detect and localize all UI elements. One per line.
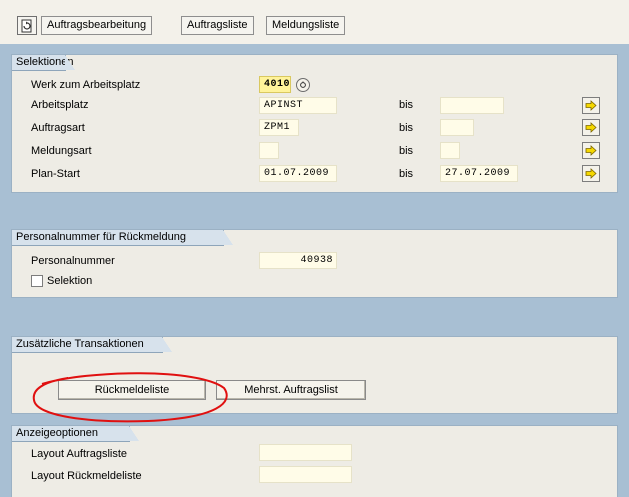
annotation-highlight-ellipse xyxy=(32,372,228,423)
arbeitsplatz-bis-label: bis xyxy=(399,99,414,111)
document-refresh-icon[interactable] xyxy=(17,16,37,35)
anzeigeoptionen-group-title: Anzeigeoptionen xyxy=(12,426,139,442)
transaktionen-group-title: Zusätzliche Transaktionen xyxy=(12,337,172,353)
meldungsliste-button[interactable]: Meldungsliste xyxy=(266,16,346,35)
meldungsart-to-field[interactable] xyxy=(440,142,460,159)
auftragsliste-button[interactable]: Auftragsliste xyxy=(181,16,254,35)
personalnummer-field[interactable]: 40938 xyxy=(259,252,337,269)
meldungsart-label: Meldungsart xyxy=(31,145,92,157)
meldungsart-from-field[interactable] xyxy=(259,142,279,159)
meldungsart-bis-label: bis xyxy=(399,145,414,157)
arbeitsplatz-from-field[interactable]: APINST xyxy=(259,97,337,114)
arbeitsplatz-to-field[interactable] xyxy=(440,97,504,114)
plan-start-to-field[interactable]: 27.07.2009 xyxy=(440,165,518,182)
auftragsart-to-field[interactable] xyxy=(440,119,474,136)
personalnummer-group-title: Personalnummer für Rückmeldung xyxy=(12,230,233,246)
auftragsbearbeitung-button[interactable]: Auftragsbearbeitung xyxy=(41,16,153,35)
werk-field[interactable]: 4010 xyxy=(259,76,291,93)
werk-matchcode-icon[interactable] xyxy=(296,78,310,92)
plan-start-from-field[interactable]: 01.07.2009 xyxy=(259,165,337,182)
selektion-checkbox[interactable] xyxy=(31,275,43,287)
selektionen-title: Selektionen xyxy=(12,55,75,71)
auftragsart-multiselect-icon[interactable] xyxy=(582,119,600,136)
plan-start-label: Plan-Start xyxy=(31,168,80,180)
selektion-checkbox-label: Selektion xyxy=(47,275,93,287)
plan-start-multiselect-icon[interactable] xyxy=(582,165,600,182)
layout-auftragsliste-field[interactable] xyxy=(259,444,352,461)
arbeitsplatz-label: Arbeitsplatz xyxy=(31,99,89,111)
auftragsart-from-field[interactable]: ZPM1 xyxy=(259,119,299,136)
plan-start-bis-label: bis xyxy=(399,168,414,180)
meldungsart-multiselect-icon[interactable] xyxy=(582,142,600,159)
layout-rueckmeldeliste-field[interactable] xyxy=(259,466,352,483)
werk-label: Werk zum Arbeitsplatz xyxy=(31,79,141,91)
auftragsart-label: Auftragsart xyxy=(31,122,85,134)
auftragsart-bis-label: bis xyxy=(399,122,414,134)
application-toolbar: Auftragsbearbeitung Auftragsliste Meldun… xyxy=(0,0,629,44)
mehrst-auftragsliste-button[interactable]: Mehrst. Auftragslist xyxy=(216,380,366,400)
personalnummer-label: Personalnummer xyxy=(31,255,115,267)
arbeitsplatz-multiselect-icon[interactable] xyxy=(582,97,600,114)
layout-auftragsliste-label: Layout Auftragsliste xyxy=(31,448,128,460)
layout-rueckmeldeliste-label: Layout Rückmeldeliste xyxy=(31,470,142,482)
